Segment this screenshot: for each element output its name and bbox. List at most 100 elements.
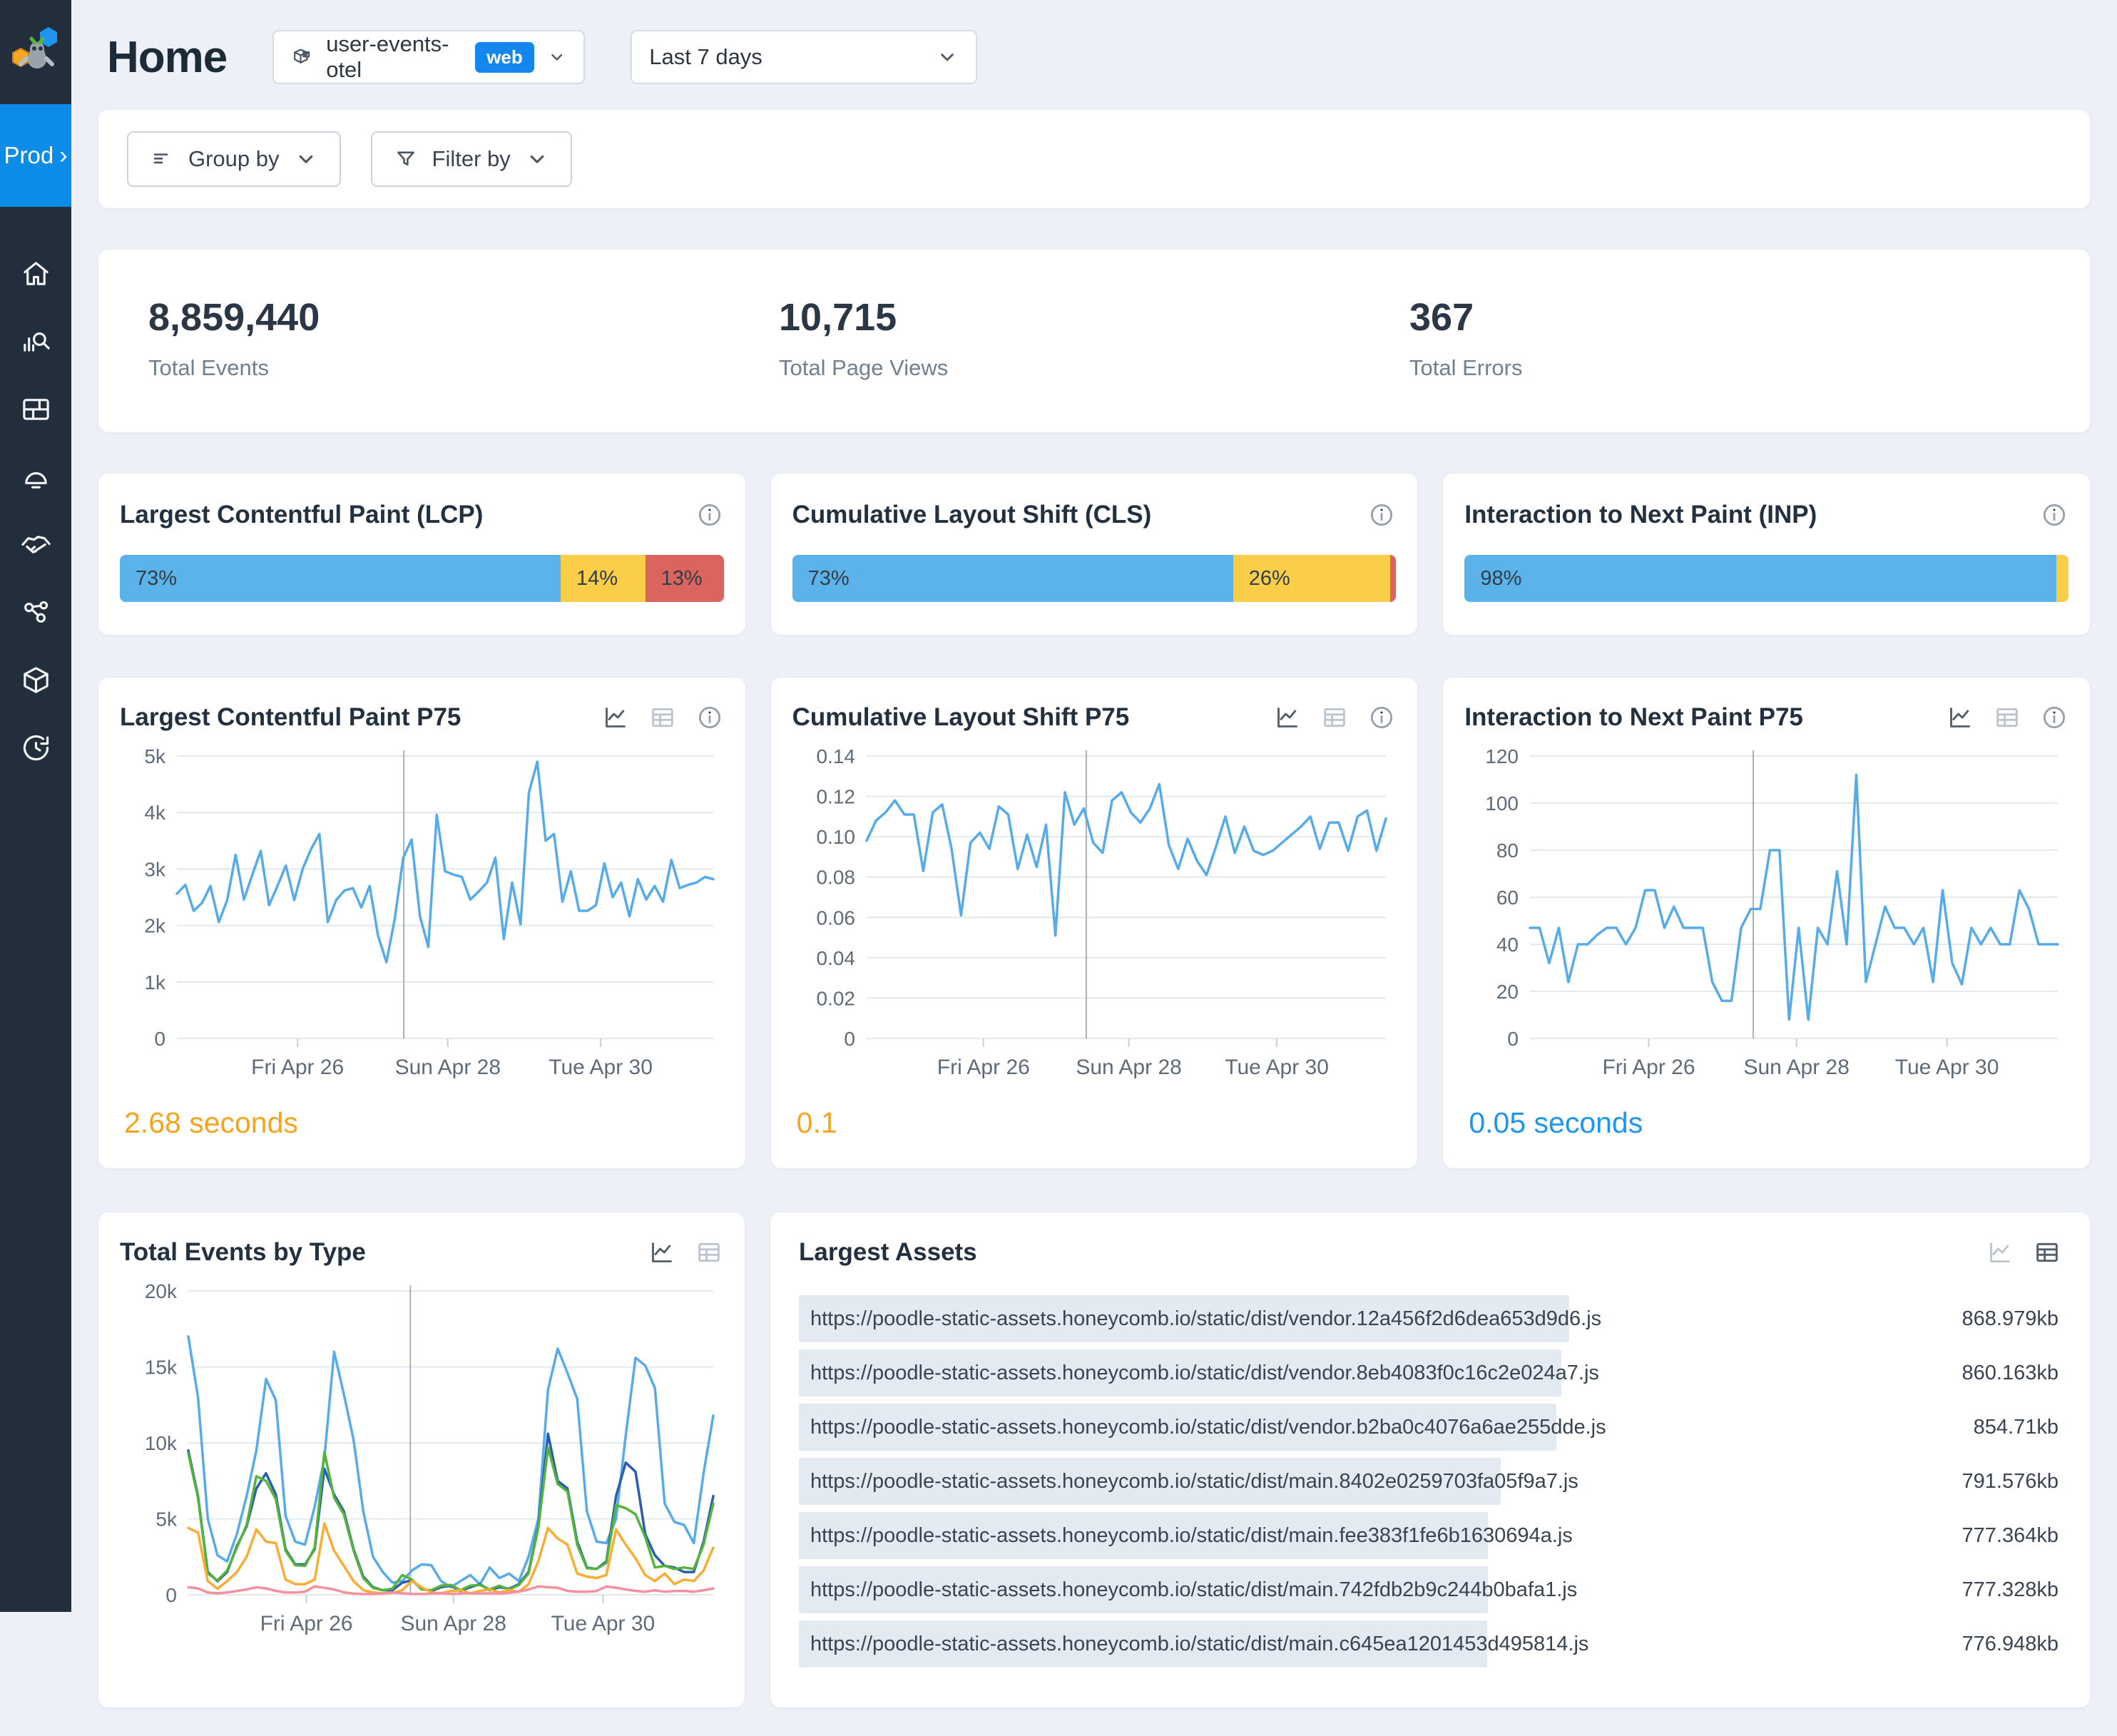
asset-url: https://poodle-static-assets.honeycomb.i… — [799, 1470, 1578, 1494]
inp-p75-value: 0.05 seconds — [1464, 1106, 2068, 1140]
line-chart-toggle-icon[interactable] — [601, 703, 630, 732]
table-toggle-icon[interactable] — [1993, 703, 2021, 732]
sidebar-item-query[interactable] — [0, 307, 71, 375]
asset-url: https://poodle-static-assets.honeycomb.i… — [799, 1416, 1606, 1439]
svg-text:0.04: 0.04 — [816, 947, 855, 969]
sidebar-nav — [0, 240, 71, 782]
line-chart-toggle-icon[interactable] — [1946, 703, 1974, 732]
info-icon[interactable] — [1367, 501, 1396, 529]
time-range-value: Last 7 days — [649, 44, 762, 70]
filter-funnel-icon — [394, 147, 418, 171]
sidebar-item-service-map[interactable] — [0, 578, 71, 646]
stat-value: 8,859,440 — [148, 295, 779, 339]
filter-by-button[interactable]: Filter by — [371, 131, 572, 187]
summary-stats: 8,859,440 Total Events 10,715 Total Page… — [98, 250, 2090, 432]
table-toggle-icon[interactable] — [1320, 703, 1349, 732]
boards-icon — [19, 392, 53, 426]
svg-text:20: 20 — [1496, 981, 1519, 1003]
info-icon[interactable] — [2040, 703, 2068, 732]
largest-assets-card: Largest Assets https://poodle-static-ass… — [770, 1212, 2090, 1707]
svg-text:10k: 10k — [145, 1432, 178, 1454]
card-title: Largest Assets — [799, 1238, 977, 1267]
svg-text:0.08: 0.08 — [816, 867, 855, 889]
p75-charts-row: Largest Contentful Paint P75 01k2k3k4k5k… — [98, 678, 2090, 1168]
stat-label: Total Errors — [1409, 355, 2040, 381]
home-icon — [19, 257, 53, 290]
svg-text:5k: 5k — [144, 745, 166, 767]
line-chart-toggle-icon[interactable] — [1986, 1238, 2014, 1267]
page-title: Home — [107, 32, 227, 83]
dataset-selector[interactable]: user-events-otel web — [272, 30, 585, 84]
lcp-p75-card: Largest Contentful Paint P75 01k2k3k4k5k… — [98, 678, 745, 1168]
table-toggle-icon[interactable] — [695, 1238, 723, 1267]
asset-size: 776.948kb — [1962, 1633, 2061, 1656]
asset-url: https://poodle-static-assets.honeycomb.i… — [799, 1362, 1599, 1385]
info-icon[interactable] — [695, 703, 724, 732]
handshake-icon — [19, 528, 53, 561]
line-chart-toggle-icon[interactable] — [1273, 703, 1302, 732]
svg-text:120: 120 — [1486, 745, 1519, 767]
svg-text:Tue Apr 30: Tue Apr 30 — [551, 1612, 655, 1635]
cls-distribution-bar: 73%26% — [792, 555, 1397, 602]
line-chart-toggle-icon[interactable] — [648, 1238, 676, 1267]
filter-toolbar: Group by Filter by — [98, 110, 2090, 208]
inp-distribution-card: Interaction to Next Paint (INP) 98% — [1443, 474, 2090, 635]
info-icon[interactable] — [1367, 703, 1396, 732]
svg-text:0.06: 0.06 — [816, 907, 855, 929]
chevron-right-icon: › — [59, 143, 67, 168]
sidebar-item-activity[interactable] — [0, 714, 71, 782]
dataset-name: user-events-otel — [326, 31, 462, 83]
environment-label: Prod — [4, 142, 53, 169]
asset-size: 860.163kb — [1962, 1362, 2061, 1385]
card-title: Cumulative Layout Shift (CLS) — [792, 501, 1152, 529]
sidebar-item-triggers[interactable] — [0, 443, 71, 511]
stat-label: Total Page Views — [779, 355, 1409, 381]
svg-text:0.12: 0.12 — [816, 786, 855, 808]
nodes-icon — [19, 596, 53, 629]
environment-switcher[interactable]: Prod › — [0, 104, 71, 207]
svg-text:40: 40 — [1496, 934, 1519, 956]
group-by-icon — [150, 147, 174, 171]
group-by-button[interactable]: Group by — [127, 131, 341, 187]
sidebar: Prod › — [0, 0, 71, 1612]
info-icon[interactable] — [695, 501, 724, 529]
asset-size: 777.364kb — [1962, 1524, 2061, 1548]
svg-text:2k: 2k — [144, 915, 166, 937]
svg-text:Sun Apr 28: Sun Apr 28 — [1076, 1056, 1181, 1079]
sidebar-item-home[interactable] — [0, 240, 71, 307]
vital-segment-poor — [1390, 555, 1396, 602]
lcp-distribution-bar: 73%14%13% — [120, 555, 724, 602]
main-content: Home user-events-otel web Last 7 days Gr… — [71, 0, 2117, 1736]
sidebar-item-datasets[interactable] — [0, 646, 71, 714]
svg-text:3k: 3k — [144, 858, 166, 880]
table-toggle-icon[interactable] — [648, 703, 677, 732]
honeycomb-logo[interactable] — [0, 0, 71, 104]
card-title: Interaction to Next Paint (INP) — [1464, 501, 1817, 529]
svg-text:0.02: 0.02 — [816, 987, 855, 1009]
cube-icon — [19, 663, 53, 697]
total-events-by-type-card: Total Events by Type 05k10k15k20kFri Apr… — [98, 1212, 745, 1707]
web-vitals-row: Largest Contentful Paint (LCP) 73%14%13%… — [98, 474, 2090, 635]
inp-distribution-bar: 98% — [1464, 555, 2068, 602]
info-icon[interactable] — [2040, 501, 2068, 529]
sidebar-item-slos[interactable] — [0, 511, 71, 578]
asset-row: https://poodle-static-assets.honeycomb.i… — [799, 1620, 2061, 1668]
sidebar-item-boards[interactable] — [0, 375, 71, 443]
table-toggle-icon[interactable] — [2033, 1238, 2061, 1267]
total-events-by-type-chart: 05k10k15k20kFri Apr 26Sun Apr 28Tue Apr … — [120, 1277, 723, 1644]
svg-text:80: 80 — [1496, 839, 1519, 862]
asset-row: https://poodle-static-assets.honeycomb.i… — [799, 1295, 2061, 1342]
svg-text:0: 0 — [154, 1028, 165, 1050]
cls-distribution-card: Cumulative Layout Shift (CLS) 73%26% — [771, 474, 1418, 635]
vital-segment-needs_improvement — [2056, 555, 2068, 602]
svg-text:4k: 4k — [144, 802, 166, 824]
card-title: Total Events by Type — [120, 1238, 366, 1267]
stat-total-page-views: 10,715 Total Page Views — [779, 295, 1409, 381]
svg-text:Sun Apr 28: Sun Apr 28 — [1744, 1056, 1850, 1079]
vital-segment-needs_improvement: 26% — [1233, 555, 1390, 602]
time-range-selector[interactable]: Last 7 days — [631, 30, 977, 84]
asset-row: https://poodle-static-assets.honeycomb.i… — [799, 1349, 2061, 1397]
asset-size: 868.979kb — [1962, 1307, 2061, 1331]
vital-segment-good: 98% — [1464, 555, 2056, 602]
asset-size: 854.71kb — [1974, 1416, 2061, 1439]
